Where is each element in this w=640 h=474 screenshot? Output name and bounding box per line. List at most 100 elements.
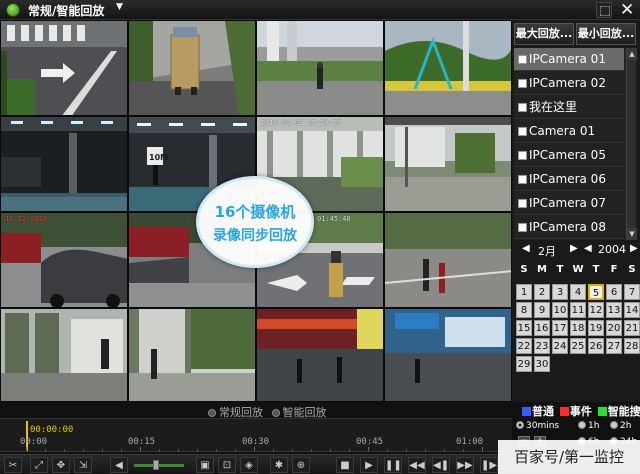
calendar-day[interactable]: 18: [570, 320, 586, 336]
resize-icon[interactable]: ⇲: [74, 457, 92, 473]
calendar-day[interactable]: 7: [624, 284, 640, 300]
scroll-up-icon[interactable]: ▲: [627, 48, 637, 60]
volume-slider[interactable]: [134, 464, 184, 467]
step-back-icon[interactable]: ◀◀: [408, 457, 426, 473]
calendar-day[interactable]: 5: [588, 284, 604, 300]
video-tile[interactable]: [256, 308, 384, 402]
slow-icon[interactable]: ◀❚: [432, 457, 450, 473]
camera-checkbox[interactable]: [518, 223, 527, 232]
calendar-day[interactable]: 4: [570, 284, 586, 300]
app-logo-icon: [6, 3, 20, 17]
video-tile[interactable]: [384, 308, 512, 402]
calendar-day[interactable]: 28: [624, 338, 640, 354]
video-tile[interactable]: [384, 116, 512, 212]
zoom-option[interactable]: 30mins: [516, 421, 559, 431]
calendar-day[interactable]: 14: [624, 302, 640, 318]
calendar-day[interactable]: 1: [516, 284, 532, 300]
camera-item[interactable]: IPCamera 01: [514, 48, 624, 71]
calendar-day[interactable]: 8: [516, 302, 532, 318]
calendar-day[interactable]: 11: [570, 302, 586, 318]
play-icon[interactable]: ▶: [360, 457, 378, 473]
zoom-option[interactable]: 2h: [610, 421, 631, 431]
max-playback-button[interactable]: 最大回放...: [514, 23, 574, 45]
calendar-day[interactable]: 12: [588, 302, 604, 318]
camera-checkbox[interactable]: [518, 79, 527, 88]
video-tile[interactable]: [256, 20, 384, 116]
zoom-radio[interactable]: [610, 421, 618, 429]
video-tile[interactable]: [384, 212, 512, 308]
tag-icon[interactable]: ◈: [240, 457, 258, 473]
playback-timeline[interactable]: 00:00:00 00:00 00:15 00:30 00:45 01:00: [0, 418, 512, 452]
zoom-radio[interactable]: [578, 421, 586, 429]
mode-smart-radio[interactable]: [271, 409, 280, 417]
cut-clip-icon[interactable]: ✂: [4, 457, 22, 473]
video-tile[interactable]: 11-22-2018: [0, 212, 128, 308]
mode-normal-radio[interactable]: [208, 409, 216, 417]
lock-icon[interactable]: ⊡: [218, 457, 236, 473]
month-next-icon[interactable]: ▶: [570, 243, 578, 254]
video-tile[interactable]: [384, 20, 512, 116]
zoom-icon[interactable]: ⊕: [292, 457, 310, 473]
camera-item[interactable]: IPCamera 08: [514, 216, 624, 239]
calendar-day[interactable]: 27: [606, 338, 622, 354]
calendar-day[interactable]: 23: [534, 338, 550, 354]
camera-checkbox[interactable]: [518, 151, 527, 160]
camera-checkbox[interactable]: [518, 127, 527, 136]
layout-toggle-icon[interactable]: [596, 2, 612, 18]
video-tile[interactable]: [0, 116, 128, 212]
calendar-day[interactable]: 30: [534, 356, 550, 372]
stop-icon[interactable]: ■: [336, 457, 354, 473]
calendar-day[interactable]: 17: [552, 320, 568, 336]
camera-checkbox[interactable]: [518, 199, 527, 208]
video-tile[interactable]: [128, 308, 256, 402]
calendar-day[interactable]: 3: [552, 284, 568, 300]
step-forward-icon[interactable]: ❚▶: [480, 457, 498, 473]
snapshot-icon[interactable]: ▣: [196, 457, 214, 473]
camera-checkbox[interactable]: [518, 55, 527, 64]
video-tile[interactable]: [128, 20, 256, 116]
calendar-day[interactable]: 25: [570, 338, 586, 354]
video-tile[interactable]: [0, 20, 128, 116]
calendar-day[interactable]: 10: [552, 302, 568, 318]
calendar-day[interactable]: 19: [588, 320, 604, 336]
camera-item[interactable]: IPCamera 06: [514, 168, 624, 191]
expand-icon[interactable]: ⤢: [30, 457, 48, 473]
calendar-day[interactable]: 29: [516, 356, 532, 372]
volume-handle[interactable]: [153, 460, 159, 470]
month-prev-icon[interactable]: ◀: [522, 243, 530, 254]
calendar-day[interactable]: 2: [534, 284, 550, 300]
camera-item[interactable]: IPCamera 07: [514, 192, 624, 215]
year-prev-icon[interactable]: ◀: [584, 243, 592, 254]
camera-item[interactable]: IPCamera 02: [514, 72, 624, 95]
gear-icon[interactable]: ✱: [270, 457, 288, 473]
video-tile[interactable]: [0, 308, 128, 402]
camera-item[interactable]: 我在这里: [514, 96, 624, 119]
calendar-day[interactable]: 15: [516, 320, 532, 336]
chevron-down-icon[interactable]: ▼: [116, 2, 123, 12]
playback-mode-title[interactable]: 常规/智能回放: [28, 2, 104, 19]
year-next-icon[interactable]: ▶: [630, 243, 638, 254]
zoom-option[interactable]: 1h: [578, 421, 599, 431]
pause-icon[interactable]: ❚❚: [384, 457, 402, 473]
camera-checkbox[interactable]: [518, 175, 527, 184]
calendar-day[interactable]: 9: [534, 302, 550, 318]
calendar-day[interactable]: 21: [624, 320, 640, 336]
fast-forward-icon[interactable]: ▶▶: [456, 457, 474, 473]
calendar-day[interactable]: 16: [534, 320, 550, 336]
camera-checkbox[interactable]: [518, 103, 527, 112]
calendar-day[interactable]: 6: [606, 284, 622, 300]
calendar-day[interactable]: 22: [516, 338, 532, 354]
calendar-day[interactable]: 13: [606, 302, 622, 318]
volume-icon[interactable]: ◀: [110, 457, 128, 473]
min-playback-button[interactable]: 最小回放...: [576, 23, 636, 45]
camera-list-scrollbar[interactable]: ▲ ▼: [626, 48, 637, 240]
calendar-day[interactable]: 24: [552, 338, 568, 354]
camera-item[interactable]: IPCamera 05: [514, 144, 624, 167]
calendar-day[interactable]: 20: [606, 320, 622, 336]
calendar-day[interactable]: 26: [588, 338, 604, 354]
scroll-down-icon[interactable]: ▼: [627, 228, 637, 240]
camera-item[interactable]: Camera 01: [514, 120, 624, 143]
zoom-radio[interactable]: [516, 421, 524, 429]
close-icon[interactable]: ✕: [620, 0, 634, 20]
move-icon[interactable]: ✥: [52, 457, 70, 473]
